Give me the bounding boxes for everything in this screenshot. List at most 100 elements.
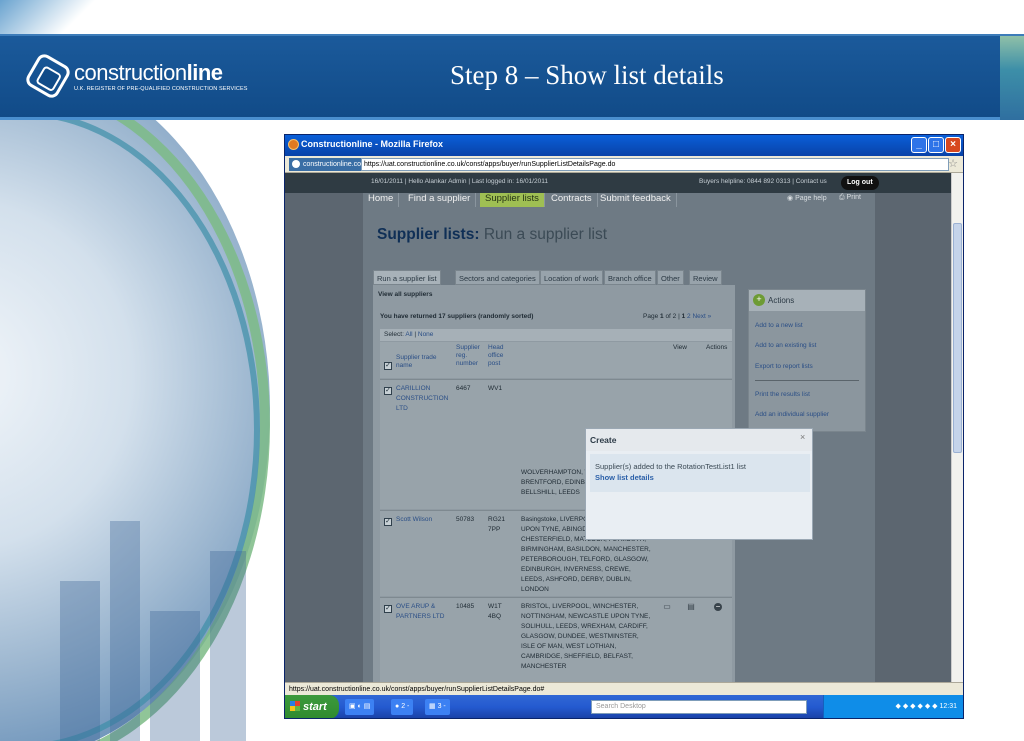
bookmark-star-icon[interactable]: ☆ bbox=[948, 157, 958, 170]
create-dialog: Create × Supplier(s) added to the Rotati… bbox=[585, 428, 813, 540]
logout-button[interactable]: Log out bbox=[841, 176, 879, 190]
url-field[interactable]: https://uat.constructionline.co.uk/const… bbox=[361, 158, 949, 171]
logo-word-bold: line bbox=[186, 60, 223, 85]
start-button[interactable]: start bbox=[285, 695, 339, 718]
corner-graphic bbox=[0, 0, 140, 34]
artwork-building bbox=[210, 551, 246, 741]
window-titlebar: Constructionline - Mozilla Firefox _ □ × bbox=[285, 135, 963, 156]
pager-total: of 2 bbox=[665, 313, 677, 320]
taskbar-group-firefox[interactable]: ● 2 - bbox=[391, 699, 414, 715]
page-1-link[interactable]: 1 bbox=[682, 313, 686, 320]
tab-review[interactable]: Review bbox=[689, 270, 722, 285]
page-heading-bold: Supplier lists: bbox=[377, 226, 480, 243]
browser-viewport: 16/01/2011 | Hello Alankar Admin | Last … bbox=[285, 173, 951, 682]
tab-sectors-categories[interactable]: Sectors and categories bbox=[455, 270, 540, 285]
status-bar: https://uat.constructionline.co.uk/const… bbox=[285, 682, 963, 695]
logo-wordmark: constructionline bbox=[74, 60, 223, 86]
remove-supplier-icon[interactable]: − bbox=[714, 603, 722, 611]
quick-launch-icons[interactable]: ▣ ◐ ▤ bbox=[345, 699, 375, 715]
nav-find-supplier[interactable]: Find a supplier bbox=[403, 193, 477, 207]
page-heading-rest: Run a supplier list bbox=[483, 226, 608, 243]
add-to-new-list-link[interactable]: Add to a new list bbox=[755, 322, 803, 329]
top-strip bbox=[0, 0, 1024, 34]
select-label: Select: bbox=[384, 331, 404, 338]
print-results-link[interactable]: Print the results list bbox=[755, 391, 810, 398]
artwork-building bbox=[110, 521, 140, 741]
tray-icons[interactable]: ◆ ◆ ◆ ◆ ◆ ◆ bbox=[896, 703, 940, 710]
close-window-button[interactable]: × bbox=[945, 137, 961, 153]
dialog-message-box: Supplier(s) added to the RotationTestLis… bbox=[590, 454, 810, 492]
taskbar-group-office[interactable]: ▦ 3 - bbox=[425, 699, 450, 715]
view-comment-icon[interactable]: ▭ bbox=[663, 603, 671, 611]
helpline-link[interactable]: Buyers helpline: 0844 892 0313 | Contact… bbox=[699, 178, 827, 185]
supplier-name-link[interactable]: OVE ARUP & PARTNERS LTD bbox=[396, 602, 452, 622]
scrollbar-thumb[interactable] bbox=[953, 223, 962, 453]
window-title: Constructionline - Mozilla Firefox bbox=[301, 139, 444, 149]
show-list-details-link[interactable]: Show list details bbox=[595, 473, 654, 482]
clock: 12:31 bbox=[939, 703, 957, 710]
minimize-button[interactable]: _ bbox=[911, 137, 927, 153]
add-to-existing-list-link[interactable]: Add to an existing list bbox=[755, 342, 816, 349]
constructionline-logo: constructionline U.K. REGISTER OF PRE-QU… bbox=[23, 51, 247, 101]
corner-graphic bbox=[1000, 36, 1024, 120]
logo-tagline: U.K. REGISTER OF PRE-QUALIFIED CONSTRUCT… bbox=[74, 86, 248, 92]
supplier-post: RG21 7PP bbox=[488, 516, 505, 533]
actions-box: + Actions Add to a new list Add to an ex… bbox=[748, 289, 866, 432]
pager-label: Page bbox=[643, 313, 659, 320]
select-all-link[interactable]: All bbox=[405, 331, 412, 338]
nav-submit-feedback[interactable]: Submit feedback bbox=[595, 193, 677, 207]
dialog-close-icon[interactable]: × bbox=[800, 432, 805, 442]
tab-branch-office[interactable]: Branch office bbox=[604, 270, 656, 285]
slide: constructionline U.K. REGISTER OF PRE-QU… bbox=[0, 0, 1024, 741]
page-help-link[interactable]: ◉ Page help bbox=[787, 194, 827, 202]
nav-home[interactable]: Home bbox=[363, 193, 400, 207]
desktop-search-input[interactable]: Search Desktop bbox=[591, 700, 807, 714]
slide-title: Step 8 – Show list details bbox=[450, 60, 724, 90]
taskbar-group-office-label: 3 - bbox=[437, 703, 446, 710]
pager-current: 1 bbox=[660, 313, 664, 320]
site-top-bar: 16/01/2011 | Hello Alankar Admin | Last … bbox=[285, 173, 951, 193]
tab-location-of-work[interactable]: Location of work bbox=[540, 270, 603, 285]
next-page-link[interactable]: Next » bbox=[692, 313, 711, 320]
col-reg-number[interactable]: Supplier reg. number bbox=[456, 344, 486, 368]
add-individual-supplier-link[interactable]: Add an individual supplier bbox=[755, 411, 829, 418]
supplier-name-link[interactable]: Scott Wilson bbox=[396, 515, 452, 525]
select-all-checkbox[interactable]: ✓ bbox=[384, 362, 392, 370]
view-document-icon[interactable]: ▤ bbox=[687, 603, 695, 611]
col-view: View bbox=[673, 344, 687, 351]
decorative-artwork bbox=[0, 120, 290, 741]
page-2-link[interactable]: 2 bbox=[687, 313, 691, 320]
dialog-title: Create bbox=[586, 429, 812, 451]
address-bar: constructionline.co.uk https://uat.const… bbox=[285, 156, 963, 173]
row-checkbox[interactable]: ✓ bbox=[384, 605, 392, 613]
nav-supplier-lists[interactable]: Supplier lists bbox=[480, 193, 545, 207]
system-tray: ◆ ◆ ◆ ◆ ◆ ◆ 12:31 bbox=[823, 695, 963, 718]
actions-title: Actions bbox=[768, 296, 795, 305]
maximize-button[interactable]: □ bbox=[928, 137, 944, 153]
col-head-office[interactable]: Head office post bbox=[488, 344, 510, 376]
print-link[interactable]: ⎙ Print bbox=[839, 194, 861, 202]
firefox-icon bbox=[288, 139, 299, 150]
logo-mark-icon bbox=[23, 51, 73, 101]
col-supplier-name[interactable]: Supplier trade name bbox=[396, 354, 450, 370]
select-none-link[interactable]: None bbox=[418, 331, 434, 338]
vertical-scrollbar[interactable] bbox=[951, 173, 963, 682]
row-checkbox[interactable]: ✓ bbox=[384, 518, 392, 526]
table-row: ✓ OVE ARUP & PARTNERS LTD 10485 W1T 4BQ … bbox=[380, 597, 732, 682]
tab-run-supplier-list[interactable]: Run a supplier list bbox=[373, 270, 441, 285]
wizard-tabs: Run a supplier list Sectors and categori… bbox=[373, 270, 733, 285]
supplier-name-link[interactable]: CARILLION CONSTRUCTION LTD bbox=[396, 384, 452, 414]
main-nav: Home Find a supplier Supplier lists Cont… bbox=[363, 193, 875, 207]
supplier-post: WV1 bbox=[488, 385, 503, 392]
tab-other[interactable]: Other bbox=[657, 270, 684, 285]
supplier-post: W1T 4BQ bbox=[488, 603, 502, 620]
page-body: Home Find a supplier Supplier lists Cont… bbox=[363, 193, 875, 682]
row-checkbox[interactable]: ✓ bbox=[384, 387, 392, 395]
taskbar-group-firefox-label: 2 - bbox=[401, 703, 410, 710]
actions-header: + Actions bbox=[749, 290, 865, 311]
nav-contracts[interactable]: Contracts bbox=[546, 193, 598, 207]
logo-word-regular: construction bbox=[74, 60, 187, 85]
windows-taskbar: start ▣ ◐ ▤ ● 2 - ▦ 3 - Search Desktop ◆… bbox=[285, 695, 963, 718]
export-report-lists-link[interactable]: Export to report lists bbox=[755, 363, 813, 370]
table-header: ✓ Supplier trade name Supplier reg. numb… bbox=[380, 342, 732, 378]
